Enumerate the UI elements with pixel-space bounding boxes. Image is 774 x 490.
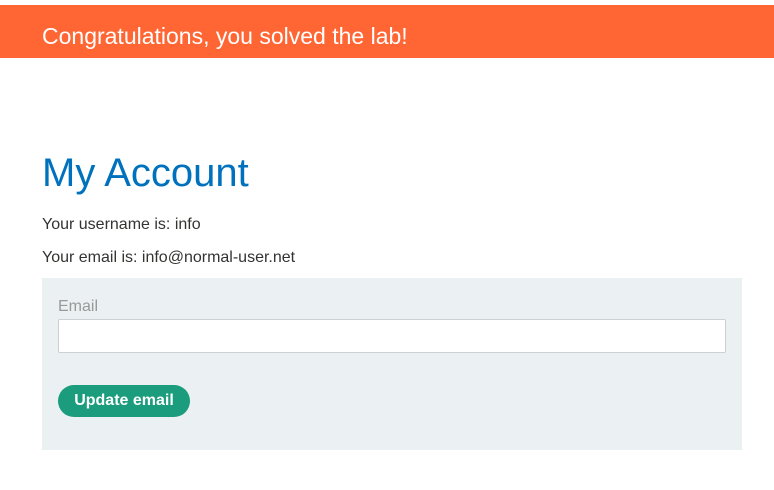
email-info: Your email is: info@normal-user.net xyxy=(42,249,296,266)
success-message: Congratulations, you solved the lab! xyxy=(42,23,408,49)
page-title: My Account xyxy=(42,151,249,195)
email-label: Email xyxy=(58,298,99,315)
username-info: Your username is: info xyxy=(42,216,201,233)
change-email-form: Email Update email xyxy=(42,278,742,450)
success-banner: Congratulations, you solved the lab! xyxy=(0,5,774,58)
update-email-button[interactable]: Update email xyxy=(58,385,190,417)
email-input[interactable] xyxy=(58,319,726,353)
